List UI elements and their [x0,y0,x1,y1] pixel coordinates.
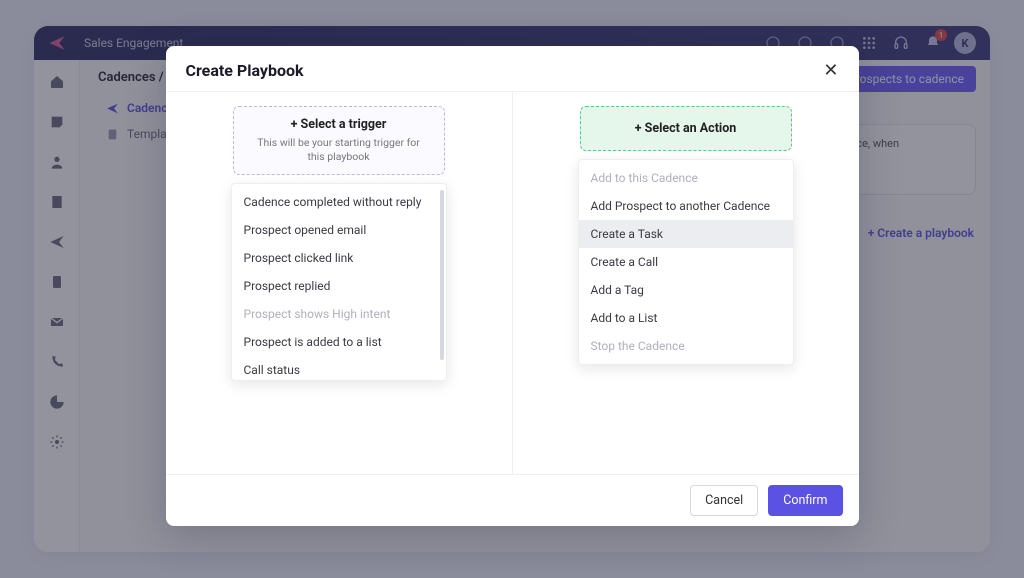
action-option[interactable]: Add to a List [579,304,793,332]
action-options: Add to this CadenceAdd Prospect to anoth… [578,159,794,365]
action-option[interactable]: Create a Call [579,248,793,276]
modal-title: Create Playbook [186,61,304,80]
select-trigger-card[interactable]: + Select a trigger This will be your sta… [233,106,445,175]
action-option[interactable]: Add Prospect to another Cadence [579,192,793,220]
trigger-option[interactable]: Prospect clicked link [232,244,446,272]
trigger-option[interactable]: Prospect replied [232,272,446,300]
select-action-card[interactable]: + Select an Action [580,106,792,151]
trigger-option: Prospect shows High intent [232,300,446,328]
action-option: Add to this Cadence [579,164,793,192]
cancel-button[interactable]: Cancel [690,485,758,516]
modal-overlay: Create Playbook ✕ + Select a trigger Thi… [0,0,1024,578]
action-option[interactable]: Add a Tag [579,276,793,304]
action-option: Stop the Cadence [579,332,793,360]
trigger-option[interactable]: Call status [232,356,446,381]
trigger-title: + Select a trigger [248,117,430,132]
trigger-option[interactable]: Prospect is added to a list [232,328,446,356]
trigger-options: Cadence completed without replyProspect … [231,183,447,381]
close-icon[interactable]: ✕ [823,60,838,81]
trigger-option[interactable]: Prospect opened email [232,216,446,244]
trigger-option[interactable]: Cadence completed without reply [232,188,446,216]
create-playbook-modal: Create Playbook ✕ + Select a trigger Thi… [166,46,859,526]
action-option[interactable]: Create a Task [579,220,793,248]
trigger-subtitle: This will be your starting trigger for t… [248,136,430,164]
confirm-button[interactable]: Confirm [768,485,842,516]
trigger-column: + Select a trigger This will be your sta… [166,92,512,474]
action-column: + Select an Action Add to this CadenceAd… [512,92,859,474]
action-title: + Select an Action [595,121,777,136]
